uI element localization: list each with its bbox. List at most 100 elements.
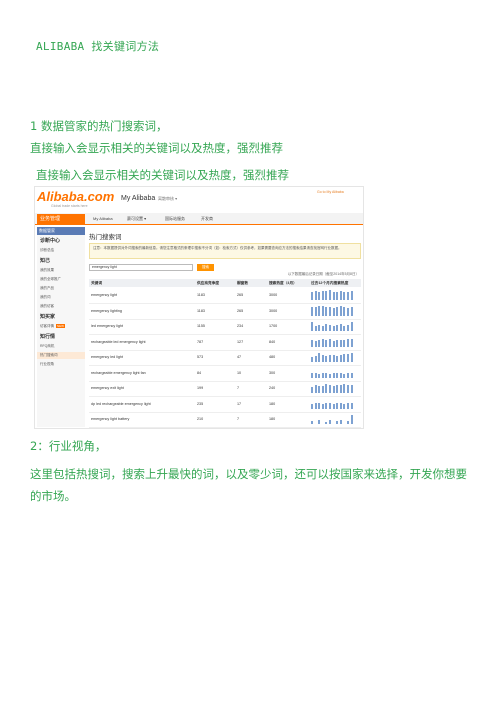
trend-bar (318, 420, 321, 424)
trend-bar (350, 291, 353, 300)
trend-sparkline (311, 321, 355, 331)
cell-keyword[interactable]: emergency exit light (91, 386, 124, 390)
sidebar-item-label: 我的产品 (40, 286, 54, 290)
cell-showcase: 265 (237, 293, 244, 297)
cell-keyword[interactable]: rechargeable emergency light fan (91, 371, 146, 375)
trend-bar (332, 373, 335, 378)
sidebar-item[interactable]: 我的产品 (40, 286, 54, 291)
trend-bar (318, 340, 321, 347)
cell-popularity: 300 (269, 370, 276, 375)
account-dropdown[interactable]: 离散审核 ▾ (158, 196, 177, 202)
trend-bar (347, 307, 349, 316)
trend-bar (343, 354, 346, 362)
trend-bar (329, 403, 331, 409)
trend-bar (336, 325, 339, 331)
my-alibaba-label: My Alibaba (121, 195, 156, 202)
section2-paragraph: 这里包括热搜词，搜索上升最快的词，以及零少词，还可以按国家来选择，开发你想要的市… (30, 467, 467, 503)
trend-bar (336, 421, 339, 424)
trend-bar (329, 373, 331, 378)
sidebar-item[interactable]: 我的词 (40, 295, 51, 300)
trend-bar (343, 339, 346, 347)
sidebar-item[interactable]: 我的访客 (40, 304, 54, 309)
sidebar-item-label: 行业视角 (40, 362, 54, 366)
trend-bar (314, 385, 317, 393)
trend-bar (314, 307, 317, 316)
table-row: led emergency light 1155 234 1700 (89, 319, 361, 335)
trend-bar (339, 373, 342, 378)
keyword-search-input[interactable]: emergency light (89, 264, 193, 271)
trend-sparkline (311, 305, 355, 316)
trend-bar (325, 384, 328, 393)
sidebar-item[interactable]: RFQ商机 (40, 344, 54, 349)
trend-bar (329, 355, 331, 362)
trend-bar (336, 306, 339, 316)
trend-bar (321, 325, 324, 331)
cell-keyword[interactable]: emergency lighting (91, 309, 122, 313)
sidebar-item[interactable]: 我的全球推广 (40, 277, 61, 282)
top-right-link[interactable]: Go to My Alibaba (317, 190, 344, 194)
trend-bar (311, 292, 313, 300)
trend-bar (314, 340, 317, 347)
cell-keyword[interactable]: emergency light (91, 293, 117, 297)
table-row: emergency light 1183 265 3000 (89, 288, 361, 304)
trend-bar (350, 321, 353, 331)
trend-bar (318, 386, 321, 393)
nav-item-my-alibaba[interactable]: My Alibaba (93, 214, 113, 224)
trend-bar (332, 385, 335, 393)
page-title: 热门搜索词 (89, 234, 122, 241)
trend-bar (339, 291, 342, 300)
screenshot-header: Alibaba.com Global trade starts here My … (35, 187, 363, 213)
nav-item-developer[interactable]: 开发商 (201, 214, 213, 224)
cell-keyword[interactable]: dp led rechargeable emergency light (91, 402, 151, 406)
sidebar: 数据管家 诊断中心 诊断总结 知己 我的效果 我的全球推广 我的产品 我的词 我的访客 知买家访… (37, 227, 85, 427)
sidebar-item[interactable]: 行业视角 (40, 362, 54, 367)
trend-bar (350, 372, 353, 378)
sidebar-item[interactable]: 热门搜索词 (40, 353, 58, 358)
trend-bar (350, 385, 353, 393)
sidebar-item[interactable]: 访客详情 NEW (40, 324, 65, 329)
nav-item-settings[interactable]: 赛可设置 ▾ (127, 214, 146, 224)
col-competition: 供应商竞争度 (197, 281, 220, 285)
trend-bar (336, 355, 339, 362)
cell-showcase: 47 (237, 355, 242, 359)
trend-bar (336, 372, 339, 378)
trend-bar (336, 339, 339, 347)
table-row: rechargeable emergency light fan 84 10 300 (89, 366, 361, 382)
trend-bar (347, 402, 349, 409)
sidebar-item-label: 知行情 (40, 334, 56, 340)
cell-popularity: 180 (269, 401, 276, 406)
trend-bar (318, 353, 321, 362)
cell-keyword[interactable]: emergency led light (91, 355, 123, 359)
table-row: emergency light battery 210 7 180 (89, 412, 361, 428)
trend-bar (347, 292, 349, 300)
trend-bar (332, 354, 335, 362)
embedded-screenshot: Alibaba.com Global trade starts here My … (34, 186, 364, 429)
table-row: emergency led light 573 47 480 (89, 350, 361, 366)
table-row: emergency exit light 199 7 240 (89, 381, 361, 397)
cell-keyword[interactable]: rechargeable led emergency light (91, 340, 146, 344)
trend-bar (350, 403, 353, 409)
logo-tagline: Global trade starts here (51, 204, 88, 208)
sidebar-item[interactable]: 我的效果 (40, 268, 54, 273)
search-button[interactable]: 搜索 (197, 264, 214, 271)
cell-keyword[interactable]: emergency light battery (91, 417, 129, 421)
trend-bar (321, 372, 324, 378)
alibaba-logo: Alibaba.com (37, 189, 115, 204)
section1-line1: 直接输入会显示相关的关键词以及热度，强烈推荐 (30, 141, 283, 155)
trend-bar (314, 402, 317, 409)
table-row: rechargeable led emergency light 787 127 84… (89, 335, 361, 351)
cell-keyword[interactable]: led emergency light (91, 324, 123, 328)
trend-bar (329, 307, 331, 316)
sidebar-section: 知行情 (40, 333, 55, 340)
trend-bar (339, 355, 342, 362)
col-popularity: 搜索热度（4月） (269, 281, 297, 285)
cell-competition: 235 (197, 401, 204, 406)
trend-bar (347, 325, 349, 331)
trend-bar (329, 339, 331, 347)
trend-bar (314, 326, 317, 331)
trend-bar (339, 385, 342, 393)
nav-item-services[interactable]: 国际站服务 (165, 214, 185, 224)
notice-box: 注意：本数据提供对外词搜索的最新信息。请您注意格式的条理中搜索不分词（如：检索方… (89, 243, 361, 259)
nav-business-tab[interactable]: 业务管理 (37, 214, 85, 224)
sidebar-item[interactable]: 诊断总结 (40, 248, 54, 253)
